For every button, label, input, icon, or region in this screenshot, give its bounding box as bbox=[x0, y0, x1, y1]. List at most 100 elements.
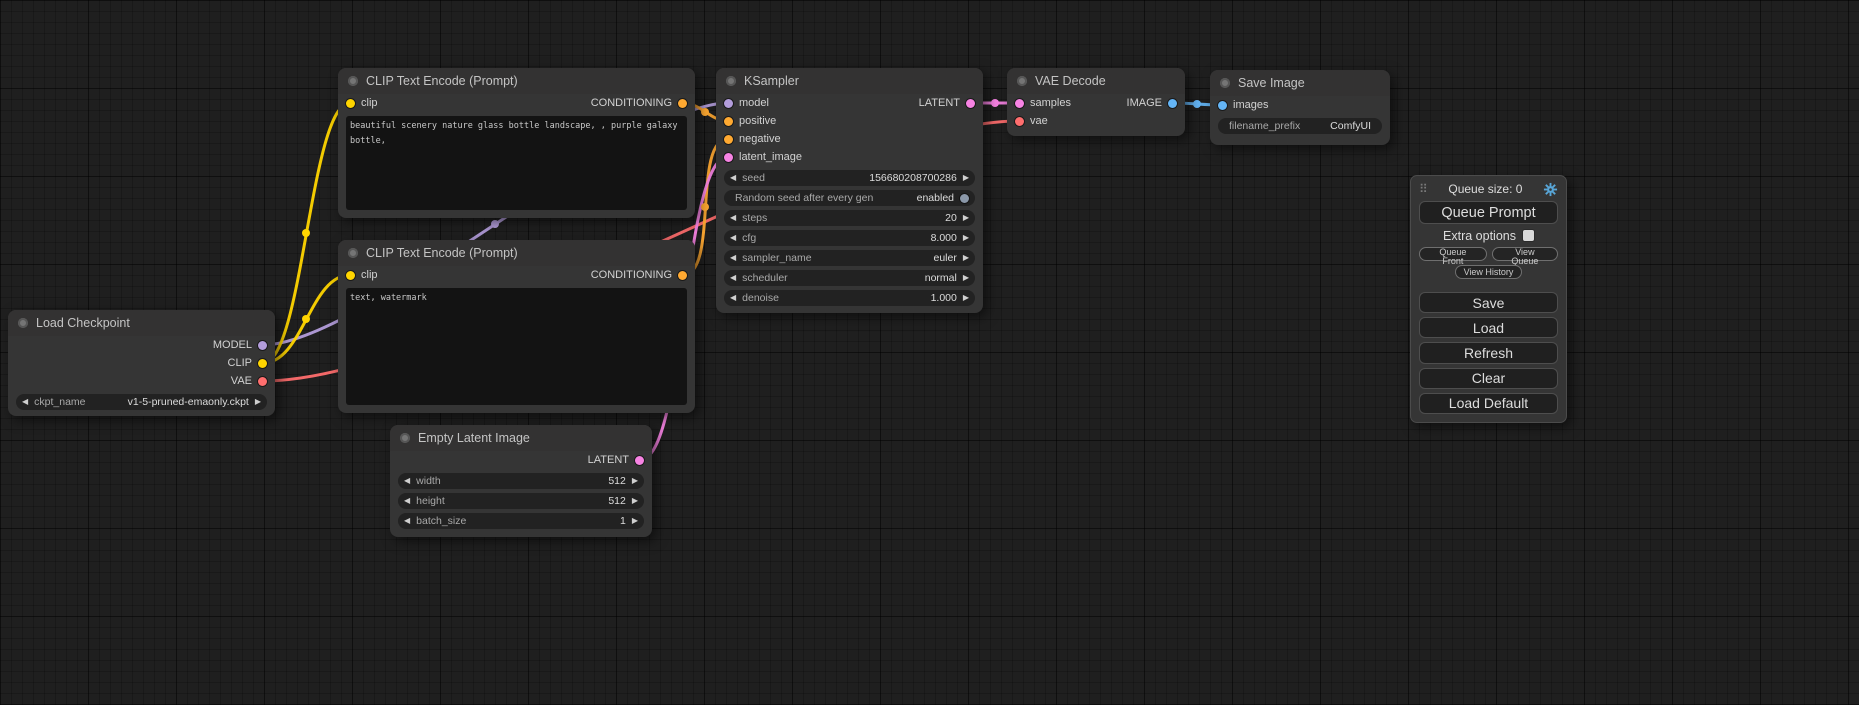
node-empty-latent-image[interactable]: Empty Latent Image LATENT ◀ width 512 ▶ … bbox=[390, 425, 652, 537]
node-vae-decode[interactable]: VAE Decode samples IMAGE vae bbox=[1007, 68, 1185, 136]
node-title-bar[interactable]: Load Checkpoint bbox=[8, 310, 275, 336]
increment-arrow-icon[interactable]: ▶ bbox=[963, 294, 969, 302]
decrement-arrow-icon[interactable]: ◀ bbox=[404, 497, 410, 505]
widget-sampler-name[interactable]: ◀ sampler_name euler ▶ bbox=[724, 250, 975, 266]
node-title-bar[interactable]: KSampler bbox=[716, 68, 983, 94]
decrement-arrow-icon[interactable]: ◀ bbox=[730, 254, 736, 262]
increment-arrow-icon[interactable]: ▶ bbox=[963, 254, 969, 262]
node-title-bar[interactable]: CLIP Text Encode (Prompt) bbox=[338, 240, 695, 266]
load-default-button[interactable]: Load Default bbox=[1419, 393, 1558, 414]
positive-prompt-textarea[interactable]: beautiful scenery nature glass bottle la… bbox=[346, 116, 687, 210]
widget-ckpt-name[interactable]: ◀ ckpt_name v1-5-pruned-emaonly.ckpt ▶ bbox=[16, 394, 267, 410]
widget-batch-size[interactable]: ◀ batch_size 1 ▶ bbox=[398, 513, 644, 529]
model-output-slot[interactable] bbox=[258, 341, 267, 350]
widget-value: enabled bbox=[917, 192, 954, 204]
widget-label: filename_prefix bbox=[1229, 120, 1300, 132]
input-label: images bbox=[1233, 99, 1268, 111]
widget-value: normal bbox=[925, 272, 957, 284]
decrement-arrow-icon[interactable]: ◀ bbox=[730, 214, 736, 222]
decrement-arrow-icon[interactable]: ◀ bbox=[730, 294, 736, 302]
input-label: clip bbox=[361, 97, 378, 109]
images-input-slot[interactable] bbox=[1218, 101, 1227, 110]
wire-midpoint-dot bbox=[1193, 100, 1201, 108]
decrement-arrow-icon[interactable]: ◀ bbox=[404, 517, 410, 525]
increment-arrow-icon[interactable]: ▶ bbox=[632, 517, 638, 525]
decrement-arrow-icon[interactable]: ◀ bbox=[730, 274, 736, 282]
node-title-bar[interactable]: Save Image bbox=[1210, 70, 1390, 96]
refresh-button[interactable]: Refresh bbox=[1419, 342, 1558, 363]
widget-cfg[interactable]: ◀ cfg 8.000 ▶ bbox=[724, 230, 975, 246]
negative-prompt-textarea[interactable]: text, watermark bbox=[346, 288, 687, 405]
decrement-arrow-icon[interactable]: ◀ bbox=[404, 477, 410, 485]
widget-label: ckpt_name bbox=[34, 396, 85, 408]
increment-arrow-icon[interactable]: ▶ bbox=[632, 497, 638, 505]
positive-input-slot[interactable] bbox=[724, 117, 733, 126]
latent-output-slot[interactable] bbox=[635, 456, 644, 465]
load-button[interactable]: Load bbox=[1419, 317, 1558, 338]
wire-midpoint-dot bbox=[302, 315, 310, 323]
increment-arrow-icon[interactable]: ▶ bbox=[632, 477, 638, 485]
queue-prompt-button[interactable]: Queue Prompt bbox=[1419, 201, 1558, 224]
widget-value: 156680208700286 bbox=[869, 172, 957, 184]
samples-input-slot[interactable] bbox=[1015, 99, 1024, 108]
extra-options-checkbox[interactable] bbox=[1523, 230, 1534, 241]
widget-width[interactable]: ◀ width 512 ▶ bbox=[398, 473, 644, 489]
clip-output-slot[interactable] bbox=[258, 359, 267, 368]
collapse-dot-icon[interactable] bbox=[726, 76, 736, 86]
output-label: CONDITIONING bbox=[591, 269, 672, 281]
increment-arrow-icon[interactable]: ▶ bbox=[963, 234, 969, 242]
model-input-slot[interactable] bbox=[724, 99, 733, 108]
queue-front-button[interactable]: Queue Front bbox=[1419, 247, 1487, 261]
collapse-dot-icon[interactable] bbox=[1220, 78, 1230, 88]
save-button[interactable]: Save bbox=[1419, 292, 1558, 313]
queue-size-label: Queue size: 0 bbox=[1428, 182, 1543, 196]
collapse-dot-icon[interactable] bbox=[1017, 76, 1027, 86]
node-save-image[interactable]: Save Image images filename_prefix ComfyU… bbox=[1210, 70, 1390, 145]
node-title-bar[interactable]: Empty Latent Image bbox=[390, 425, 652, 451]
node-clip-text-encode-negative[interactable]: CLIP Text Encode (Prompt) clip CONDITION… bbox=[338, 240, 695, 413]
image-output-slot[interactable] bbox=[1168, 99, 1177, 108]
node-title-bar[interactable]: VAE Decode bbox=[1007, 68, 1185, 94]
conditioning-output-slot[interactable] bbox=[678, 271, 687, 280]
conditioning-output-slot[interactable] bbox=[678, 99, 687, 108]
output-label: VAE bbox=[231, 375, 252, 387]
latent-image-input-slot[interactable] bbox=[724, 153, 733, 162]
widget-seed[interactable]: ◀ seed 156680208700286 ▶ bbox=[724, 170, 975, 186]
clip-input-slot[interactable] bbox=[346, 271, 355, 280]
vae-output-slot[interactable] bbox=[258, 377, 267, 386]
collapse-dot-icon[interactable] bbox=[18, 318, 28, 328]
widget-random-seed-toggle[interactable]: Random seed after every gen enabled bbox=[724, 190, 975, 206]
node-title-bar[interactable]: CLIP Text Encode (Prompt) bbox=[338, 68, 695, 94]
node-clip-text-encode-positive[interactable]: CLIP Text Encode (Prompt) clip CONDITION… bbox=[338, 68, 695, 218]
collapse-dot-icon[interactable] bbox=[348, 76, 358, 86]
view-history-button[interactable]: View History bbox=[1455, 265, 1523, 279]
widget-denoise[interactable]: ◀ denoise 1.000 ▶ bbox=[724, 290, 975, 306]
view-queue-button[interactable]: View Queue bbox=[1492, 247, 1558, 261]
increment-arrow-icon[interactable]: ▶ bbox=[255, 398, 261, 406]
widget-steps[interactable]: ◀ steps 20 ▶ bbox=[724, 210, 975, 226]
vae-input-slot[interactable] bbox=[1015, 117, 1024, 126]
widget-filename-prefix[interactable]: filename_prefix ComfyUI bbox=[1218, 118, 1382, 134]
negative-input-slot[interactable] bbox=[724, 135, 733, 144]
toggle-dot-icon[interactable] bbox=[960, 194, 969, 203]
widget-scheduler[interactable]: ◀ scheduler normal ▶ bbox=[724, 270, 975, 286]
increment-arrow-icon[interactable]: ▶ bbox=[963, 174, 969, 182]
increment-arrow-icon[interactable]: ▶ bbox=[963, 274, 969, 282]
widget-height[interactable]: ◀ height 512 ▶ bbox=[398, 493, 644, 509]
clip-input-slot[interactable] bbox=[346, 99, 355, 108]
input-label: positive bbox=[739, 115, 776, 127]
collapse-dot-icon[interactable] bbox=[348, 248, 358, 258]
decrement-arrow-icon[interactable]: ◀ bbox=[730, 234, 736, 242]
widget-label: width bbox=[416, 475, 441, 487]
increment-arrow-icon[interactable]: ▶ bbox=[963, 214, 969, 222]
latent-output-slot[interactable] bbox=[966, 99, 975, 108]
decrement-arrow-icon[interactable]: ◀ bbox=[730, 174, 736, 182]
drag-handle-icon[interactable]: ⠿ bbox=[1419, 182, 1428, 196]
clear-button[interactable]: Clear bbox=[1419, 368, 1558, 389]
input-label: latent_image bbox=[739, 151, 802, 163]
decrement-arrow-icon[interactable]: ◀ bbox=[22, 398, 28, 406]
node-load-checkpoint[interactable]: Load Checkpoint MODEL CLIP VAE ◀ ckpt_na… bbox=[8, 310, 275, 416]
node-ksampler[interactable]: KSampler model LATENT positive negative … bbox=[716, 68, 983, 313]
collapse-dot-icon[interactable] bbox=[400, 433, 410, 443]
settings-gear-icon[interactable] bbox=[1543, 182, 1558, 197]
